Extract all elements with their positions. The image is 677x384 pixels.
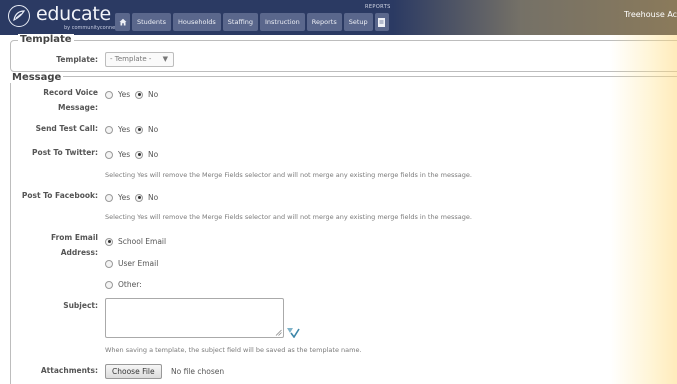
nav-report-button[interactable] (374, 13, 389, 31)
send-test-call-no-option[interactable]: No (135, 125, 158, 134)
from-email-school-radio[interactable] (105, 237, 113, 246)
message-legend: Message (10, 72, 64, 83)
from-email-user-label: User Email (118, 259, 159, 268)
record-voice-label-2: Message: (58, 103, 98, 112)
chevron-down-icon: ▼ (162, 55, 168, 63)
record-voice-yes-radio[interactable] (105, 90, 113, 99)
post-twitter-yes-radio[interactable] (105, 150, 113, 159)
post-twitter-yes-label: Yes (118, 150, 131, 159)
record-voice-no-label: No (148, 90, 159, 99)
logo-subtitle: by communityconnect (64, 25, 120, 31)
record-voice-yes-option[interactable]: Yes (105, 90, 130, 99)
post-twitter-yes-option[interactable]: Yes (105, 150, 130, 159)
send-test-call-label: Send Test Call: (35, 124, 98, 133)
post-facebook-yes-label: Yes (118, 193, 131, 202)
file-status-text: No file chosen (171, 367, 225, 376)
nav-reports[interactable]: Reports (306, 13, 342, 31)
subject-label: Subject: (63, 301, 98, 310)
post-facebook-yes-radio[interactable] (105, 193, 113, 202)
post-facebook-no-option[interactable]: No (135, 193, 158, 202)
send-test-call-no-radio[interactable] (135, 125, 143, 134)
attachments-label: Attachments: (40, 366, 98, 375)
nav-staffing[interactable]: Staffing (222, 13, 258, 31)
template-legend: Template (18, 34, 74, 45)
post-twitter-label: Post To Twitter: (32, 148, 98, 157)
post-facebook-label: Post To Facebook: (21, 191, 98, 200)
nav-households[interactable]: Households (172, 13, 221, 31)
post-twitter-no-option[interactable]: No (135, 150, 158, 159)
from-email-other-option[interactable]: Other: (105, 280, 142, 289)
reports-caption: REPORTS (365, 4, 391, 10)
post-twitter-help-text: Selecting Yes will remove the Merge Fiel… (105, 171, 472, 179)
post-facebook-help-text: Selecting Yes will remove the Merge Fiel… (105, 213, 472, 221)
post-twitter-no-label: No (148, 150, 159, 159)
choose-file-button[interactable]: Choose File (105, 364, 162, 379)
main-nav: Students Households Staffing Instruction… (115, 13, 389, 31)
send-test-call-yes-option[interactable]: Yes (105, 125, 130, 134)
template-select-value: - Template - (110, 55, 152, 63)
nav-home-button[interactable] (115, 13, 130, 31)
logo-badge-icon (8, 5, 30, 27)
post-facebook-yes-option[interactable]: Yes (105, 193, 130, 202)
report-document-icon (378, 17, 386, 27)
nav-students[interactable]: Students (132, 13, 171, 31)
home-icon (119, 18, 126, 26)
from-email-other-label: Other: (118, 280, 142, 289)
logo-text: educate (36, 3, 111, 25)
from-email-other-radio[interactable] (105, 280, 113, 289)
merge-fields-icon[interactable] (286, 326, 300, 338)
nav-instruction[interactable]: Instruction (259, 13, 305, 31)
from-email-user-radio[interactable] (105, 259, 113, 268)
send-test-call-no-label: No (148, 125, 159, 134)
template-label: Template: (56, 55, 98, 64)
subject-help-text: When saving a template, the subject fiel… (105, 346, 362, 354)
template-select[interactable]: - Template - ▼ (105, 52, 174, 67)
post-facebook-no-label: No (148, 193, 159, 202)
from-email-school-option[interactable]: School Email (105, 237, 166, 246)
subject-textarea[interactable] (105, 298, 284, 338)
from-email-label-2: Address: (60, 248, 98, 257)
send-test-call-yes-radio[interactable] (105, 125, 113, 134)
school-name[interactable]: Treehouse Ac (624, 10, 677, 19)
post-facebook-no-radio[interactable] (135, 193, 143, 202)
from-email-label-1: From Email (50, 233, 98, 242)
educate-logo[interactable]: educate by communityconnect (6, 3, 120, 33)
record-voice-no-option[interactable]: No (135, 90, 158, 99)
resize-grip-icon[interactable] (275, 329, 282, 336)
from-email-user-option[interactable]: User Email (105, 259, 158, 268)
post-twitter-no-radio[interactable] (135, 150, 143, 159)
send-test-call-yes-label: Yes (118, 125, 131, 134)
record-voice-yes-label: Yes (118, 90, 131, 99)
record-voice-label-1: Record Voice (43, 88, 98, 97)
nav-setup[interactable]: Setup (343, 13, 373, 31)
from-email-school-label: School Email (118, 237, 167, 246)
top-bar: educate by communityconnect Students Hou… (0, 0, 677, 35)
record-voice-no-radio[interactable] (135, 90, 143, 99)
